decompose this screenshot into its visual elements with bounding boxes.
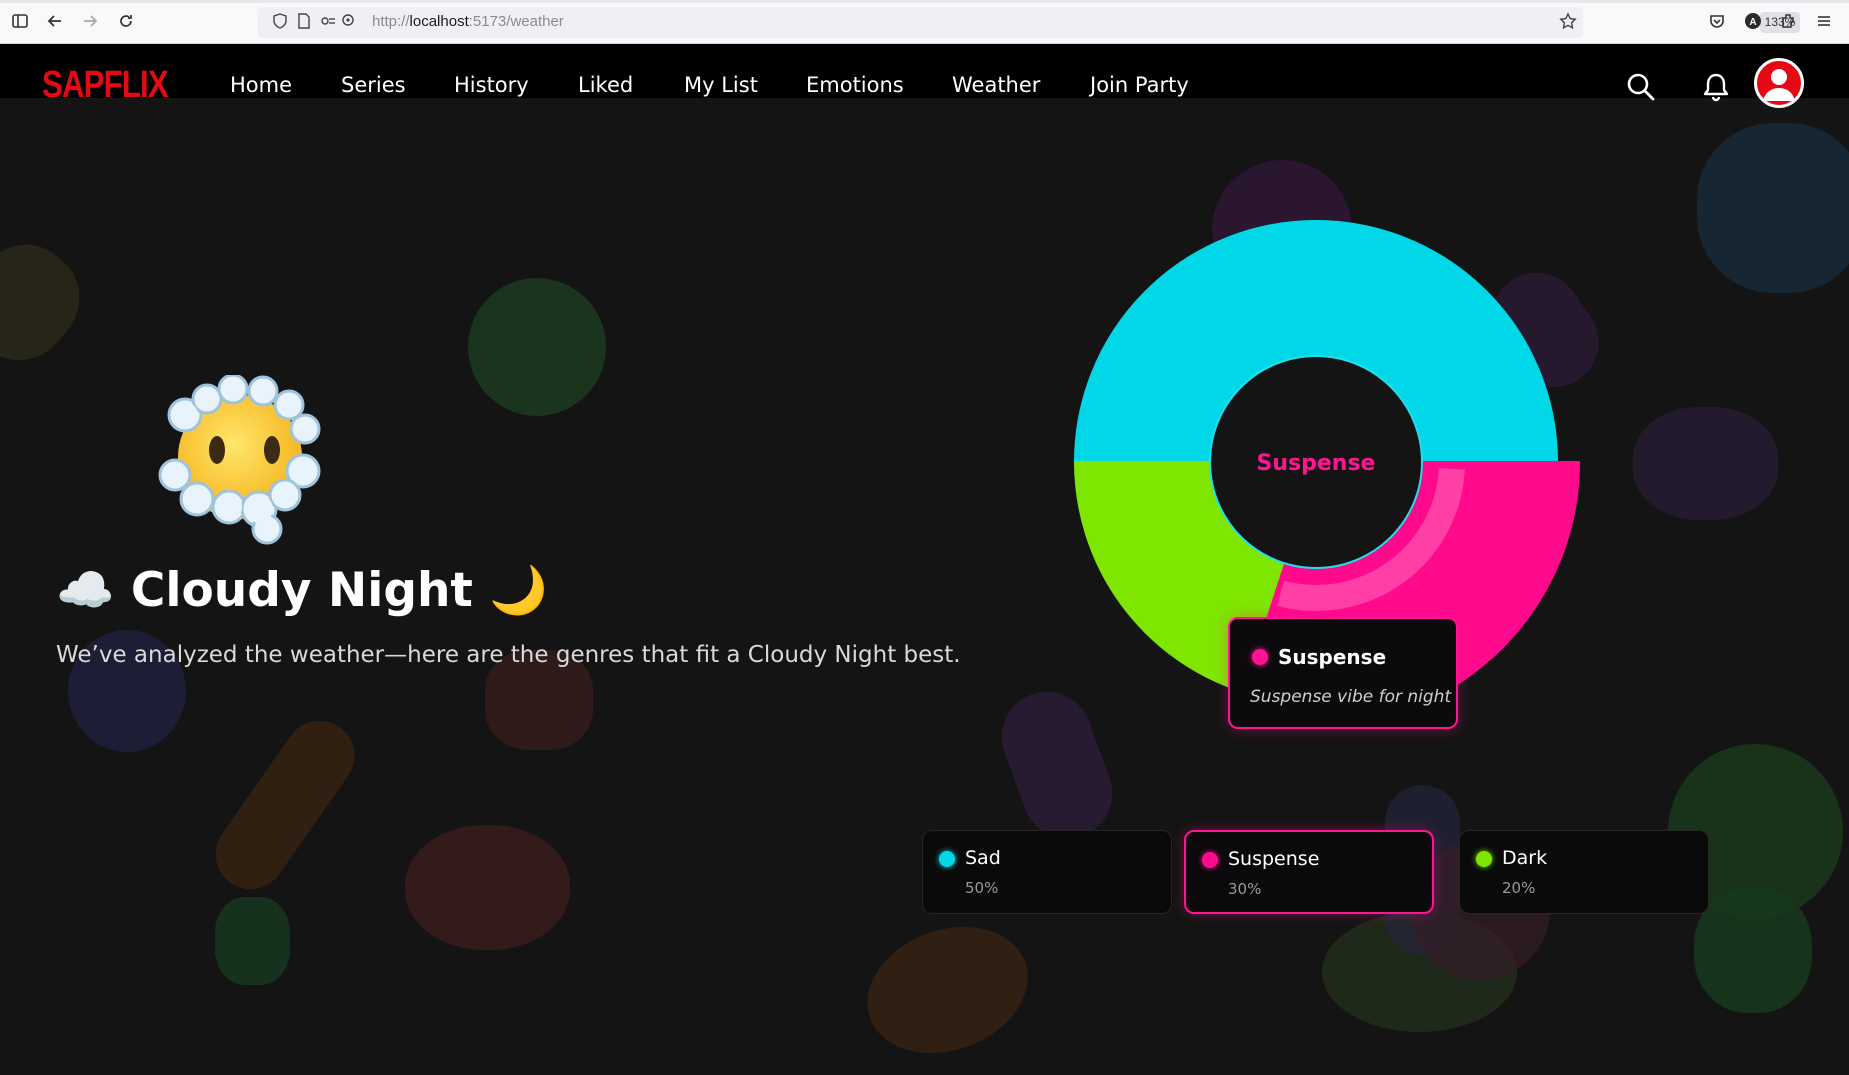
- address-bar[interactable]: http://localhost:5173/weather 133%: [258, 7, 1800, 38]
- back-icon[interactable]: [45, 12, 65, 32]
- page-title: ☁️ Cloudy Night 🌙: [56, 563, 548, 618]
- decor-blob: [405, 825, 570, 950]
- chart-tooltip: Suspense Suspense vibe for night: [1228, 617, 1458, 729]
- location-icon[interactable]: [338, 13, 358, 33]
- decor-blob: [215, 897, 290, 985]
- face-in-clouds-icon: [155, 373, 335, 545]
- nav-item-emotions[interactable]: Emotions: [806, 73, 904, 97]
- nav-item-series[interactable]: Series: [341, 73, 406, 97]
- legend-card-suspense[interactable]: Suspense 30%: [1184, 830, 1434, 914]
- decor-blob: [1697, 123, 1849, 293]
- permissions-icon[interactable]: [318, 13, 338, 33]
- legend-percent: 20%: [1502, 879, 1536, 897]
- page-icon[interactable]: [294, 13, 314, 33]
- decor-blob: [0, 224, 100, 381]
- donut-center-label: Suspense: [1257, 451, 1376, 476]
- browser-toolbar: http://localhost:5173/weather 133% A: [0, 0, 1849, 44]
- tab-strip-edge: [0, 0, 1849, 3]
- legend-percent: 50%: [965, 879, 999, 897]
- nav-item-liked[interactable]: Liked: [578, 73, 633, 97]
- menu-icon[interactable]: [1814, 12, 1834, 32]
- legend-dot: [939, 851, 955, 867]
- url-scheme: http://: [372, 13, 410, 30]
- url-host: localhost: [409, 13, 469, 30]
- decor-blob: [849, 905, 1046, 1075]
- legend-name: Suspense: [1228, 848, 1320, 870]
- legend-card-sad[interactable]: Sad 50%: [922, 830, 1172, 914]
- nav-item-home[interactable]: Home: [230, 73, 292, 97]
- search-icon[interactable]: [1626, 72, 1656, 102]
- legend-dot: [1202, 852, 1218, 868]
- tooltip-description: Suspense vibe for night: [1250, 687, 1452, 707]
- avatar[interactable]: [1754, 58, 1804, 108]
- svg-text:A: A: [1749, 17, 1756, 28]
- account-icon[interactable]: A: [1743, 12, 1763, 32]
- bell-icon[interactable]: [1702, 72, 1732, 102]
- legend-name: Dark: [1502, 847, 1548, 869]
- decor-blob: [1694, 888, 1812, 1013]
- nav-item-weather[interactable]: Weather: [952, 73, 1040, 97]
- bookmark-star-icon[interactable]: [1558, 12, 1578, 32]
- decor-blob: [468, 278, 606, 416]
- tooltip-title: Suspense: [1278, 645, 1387, 669]
- sidebar-toggle-icon[interactable]: [10, 12, 30, 32]
- reload-icon[interactable]: [116, 12, 136, 32]
- legend-percent: 30%: [1228, 880, 1262, 898]
- tooltip-color-dot: [1252, 649, 1268, 665]
- shield-icon[interactable]: [270, 13, 290, 33]
- url-text: http://localhost:5173/weather: [372, 13, 564, 30]
- decor-blob: [1633, 407, 1778, 520]
- legend-card-dark[interactable]: Dark 20%: [1459, 830, 1709, 914]
- url-path: :5173/weather: [468, 13, 564, 30]
- legend-name: Sad: [965, 847, 1001, 869]
- nav-item-join-party[interactable]: Join Party: [1090, 73, 1189, 97]
- nav-item-my-list[interactable]: My List: [684, 73, 758, 97]
- sapflix-logo[interactable]: SAPFLIX: [42, 64, 169, 107]
- page-subtitle: We’ve analyzed the weather—here are the …: [56, 642, 961, 668]
- decor-blob: [201, 707, 369, 903]
- extensions-icon[interactable]: [1778, 12, 1798, 32]
- nav-item-history[interactable]: History: [454, 73, 529, 97]
- app-navbar: SAPFLIX Home Series History Liked My Lis…: [0, 44, 1849, 108]
- forward-icon[interactable]: [80, 12, 100, 32]
- pocket-icon[interactable]: [1707, 12, 1727, 32]
- legend-dot: [1476, 851, 1492, 867]
